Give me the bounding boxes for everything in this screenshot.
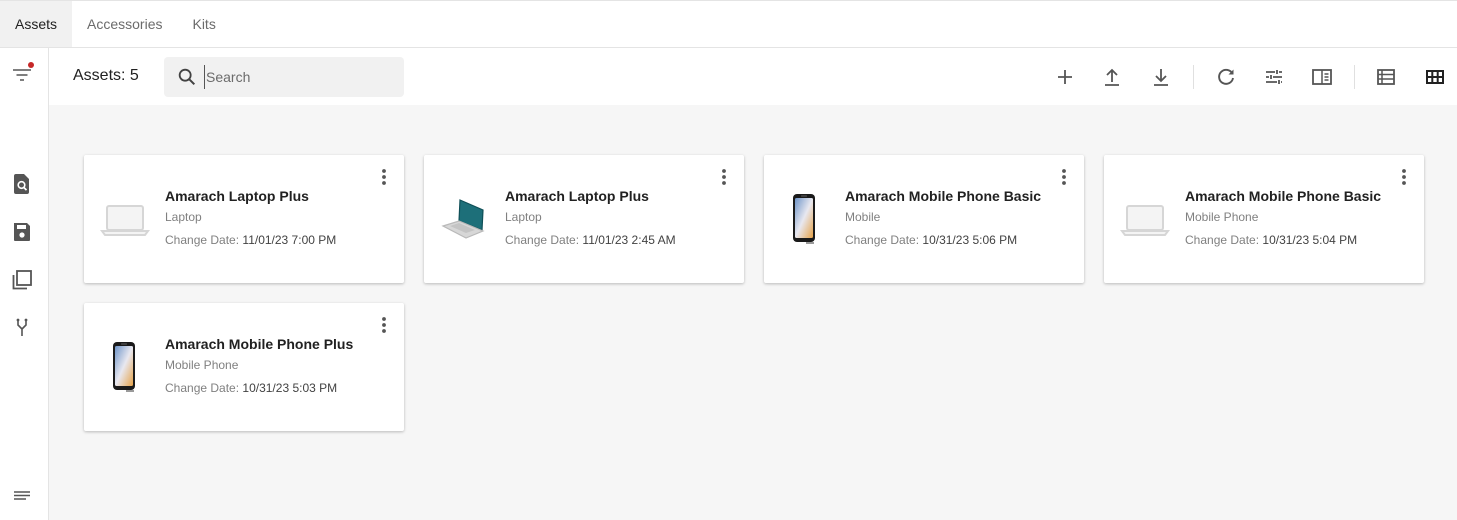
asset-change-date: Change Date: 11/01/23 2:45 AM [505,233,676,247]
more-options-button[interactable] [374,167,394,187]
more-options-button[interactable] [1054,167,1074,187]
panel-toggle-button[interactable] [1308,63,1336,91]
asset-change-date: Change Date: 11/01/23 7:00 PM [165,233,337,247]
search-document-icon [14,174,29,194]
add-button[interactable] [1051,63,1079,91]
save-icon [14,223,30,241]
more-vert-icon [722,169,726,185]
filter-button[interactable] [8,61,36,89]
filter-active-badge [28,62,34,68]
search-input[interactable] [204,65,394,89]
copy-button[interactable] [8,266,36,294]
search-box[interactable] [164,57,404,97]
laptop-outline-icon [100,205,150,236]
asset-name: Amarach Mobile Phone Basic [1185,188,1382,204]
asset-name: Amarach Laptop Plus [165,188,309,204]
asset-type: Laptop [165,210,202,224]
upload-button[interactable] [1098,63,1126,91]
grid-view-button[interactable] [1421,63,1449,91]
left-sidebar [0,48,49,520]
laptop-outline-icon [1120,205,1170,236]
search-document-button[interactable] [8,170,36,198]
asset-thumbnail [100,191,150,249]
asset-grid: Amarach Laptop Plus Laptop Change Date: … [49,105,1457,520]
asset-type: Mobile [845,210,881,224]
asset-card[interactable]: Amarach Laptop Plus Laptop Change Date: … [84,155,404,283]
laptop-teal-icon [441,199,485,239]
copy-icon [12,270,32,290]
tune-icon [1266,70,1282,84]
mobile-phone-icon [793,194,815,244]
tune-button[interactable] [1260,63,1288,91]
more-vert-icon [1402,169,1406,185]
asset-card[interactable]: Amarach Mobile Phone Plus Mobile Phone C… [84,303,404,431]
asset-name: Amarach Mobile Phone Plus [165,336,354,352]
download-icon [1154,69,1168,86]
asset-change-date: Change Date: 10/31/23 5:04 PM [1185,233,1358,247]
merge-button[interactable] [8,314,36,342]
refresh-button[interactable] [1212,63,1240,91]
asset-type: Mobile Phone [165,358,239,372]
download-button[interactable] [1147,63,1175,91]
asset-thumbnail [440,191,490,249]
more-vert-icon [382,317,386,333]
asset-card[interactable]: Amarach Laptop Plus Laptop Change Date: … [424,155,744,283]
list-view-icon [1377,69,1395,85]
asset-thumbnail [1120,191,1170,249]
grid-view-icon [1426,70,1444,84]
more-options-button[interactable] [714,167,734,187]
more-options-button[interactable] [374,315,394,335]
list-view-button[interactable] [1372,63,1400,91]
more-vert-icon [1062,169,1066,185]
asset-count: Assets: 5 [73,67,139,84]
asset-name: Amarach Mobile Phone Basic [845,188,1042,204]
more-options-button[interactable] [1394,167,1414,187]
asset-change-date: Change Date: 10/31/23 5:06 PM [845,233,1018,247]
more-vert-icon [382,169,386,185]
mobile-phone-icon [113,342,135,392]
merge-icon [16,318,28,336]
upload-icon [1105,68,1119,86]
tab-assets[interactable]: Assets [0,1,73,47]
save-button[interactable] [8,218,36,246]
asset-change-date: Change Date: 10/31/23 5:03 PM [165,381,338,395]
asset-name: Amarach Laptop Plus [505,188,649,204]
tab-kits[interactable]: Kits [177,1,230,47]
tab-accessories[interactable]: Accessories [72,1,177,47]
toolbar-divider [1354,65,1355,89]
asset-type: Mobile Phone [1185,210,1259,224]
toolbar-divider [1193,65,1194,89]
asset-toolbar: Assets: 5 [49,48,1457,105]
add-icon [1058,70,1072,84]
asset-card[interactable]: Amarach Mobile Phone Basic Mobile Phone … [1104,155,1424,283]
asset-thumbnail [100,339,150,397]
asset-thumbnail [780,191,830,249]
search-icon [178,68,196,86]
refresh-icon [1218,68,1234,85]
notes-icon [14,491,30,500]
asset-card[interactable]: Amarach Mobile Phone Basic Mobile Change… [764,155,1084,283]
tab-bar: Assets Accessories Kits [0,0,1457,48]
panel-toggle-icon [1312,69,1332,85]
asset-type: Laptop [505,210,542,224]
notes-button[interactable] [8,482,36,510]
